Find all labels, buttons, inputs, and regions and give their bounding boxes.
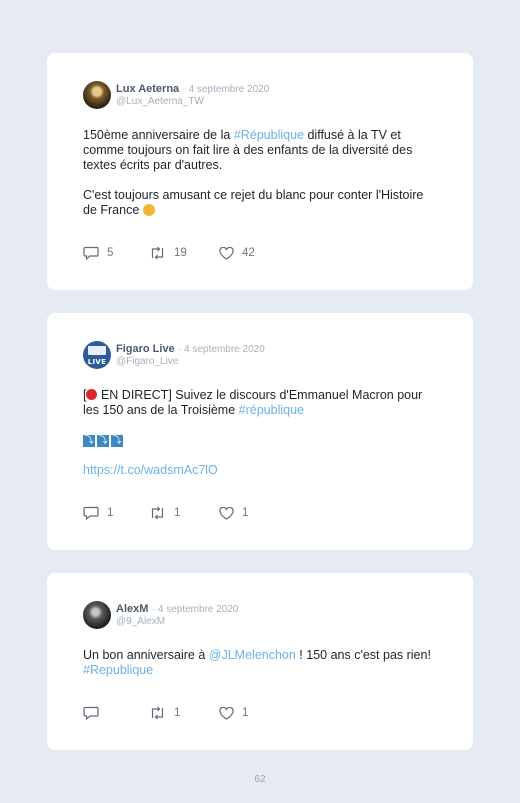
tweet-date[interactable]: 4 septembre 2020 [189, 84, 270, 95]
reply-icon [83, 506, 99, 520]
separator: · [182, 84, 186, 95]
reply-button[interactable]: 1 [83, 505, 113, 521]
retweet-icon [151, 706, 164, 720]
like-button[interactable]: 1 [219, 705, 248, 721]
retweet-button[interactable]: 1 [149, 705, 180, 721]
reply-count: 1 [107, 507, 114, 519]
like-button[interactable]: 1 [219, 505, 248, 521]
author-handle[interactable]: @9_AlexM [116, 616, 165, 627]
retweet-icon [151, 246, 164, 260]
retweet-button[interactable]: 1 [149, 505, 180, 521]
page-number: 62 [254, 774, 266, 785]
tweet-card: AlexM · 4 septembre 2020 @9_AlexM Un bon… [47, 573, 473, 750]
separator: · [177, 344, 182, 355]
avatar[interactable] [83, 81, 111, 109]
hashtag-link[interactable]: #République [234, 128, 304, 142]
tweet-date[interactable]: 4 septembre 2020 [158, 604, 239, 615]
reply-count: 5 [107, 247, 114, 259]
author-handle[interactable]: @Lux_Aeterna_TW [116, 96, 204, 107]
retweet-button[interactable]: 19 [149, 245, 187, 261]
tweet-date[interactable]: 4 septembre 2020 [184, 344, 265, 355]
arrow-down-icon: ⤵ [97, 434, 109, 447]
tweet-text: Un bon anniversaire à @JLMelenchon ! 150… [83, 648, 431, 677]
heart-icon [219, 706, 234, 720]
heart-icon [219, 246, 234, 260]
hashtag-link[interactable]: #Republique [83, 663, 153, 677]
tweet-card: LIVE Figaro Live · 4 septembre 2020 @Fig… [47, 313, 473, 550]
like-count: 42 [242, 247, 255, 259]
mention-link[interactable]: @JLMelenchon [209, 648, 296, 662]
thinking-emoji-icon [142, 204, 155, 216]
retweet-count: 1 [174, 707, 181, 719]
live-label: LIVE [87, 358, 107, 366]
reply-button[interactable] [83, 705, 107, 721]
author-name[interactable]: Lux Aeterna [116, 83, 179, 95]
author-handle[interactable]: @Figaro_Live [116, 356, 178, 367]
hashtag-link[interactable]: #république [239, 403, 304, 417]
author-name[interactable]: AlexM [116, 603, 148, 615]
avatar[interactable]: LIVE [83, 341, 111, 369]
tweet-card: Lux Aeterna · 4 septembre 2020 @Lux_Aete… [47, 53, 473, 290]
tweet-text: 150ème anniversaire de la #République di… [83, 128, 424, 217]
tweet-text: [ EN DIRECT] Suivez le discours d'Emmanu… [83, 388, 423, 477]
avatar[interactable] [83, 601, 111, 629]
reply-icon [83, 706, 99, 720]
author-name[interactable]: Figaro Live [116, 343, 175, 355]
retweet-icon [151, 506, 164, 520]
arrow-emojis: ⤵ ⤵ ⤵ [83, 434, 123, 447]
heart-icon [219, 506, 234, 520]
tweet-url-link[interactable]: https://t.co/wadsmAc7lO [83, 463, 218, 477]
arrow-down-icon: ⤵ [83, 434, 95, 447]
reply-icon [83, 246, 99, 260]
red-circle-icon [86, 389, 98, 400]
retweet-count: 1 [174, 507, 181, 519]
retweet-count: 19 [174, 247, 187, 259]
like-button[interactable]: 42 [219, 245, 255, 261]
reply-button[interactable]: 5 [83, 245, 113, 261]
separator: · [151, 604, 155, 615]
like-count: 1 [242, 507, 249, 519]
arrow-down-icon: ⤵ [111, 434, 123, 447]
like-count: 1 [242, 707, 249, 719]
